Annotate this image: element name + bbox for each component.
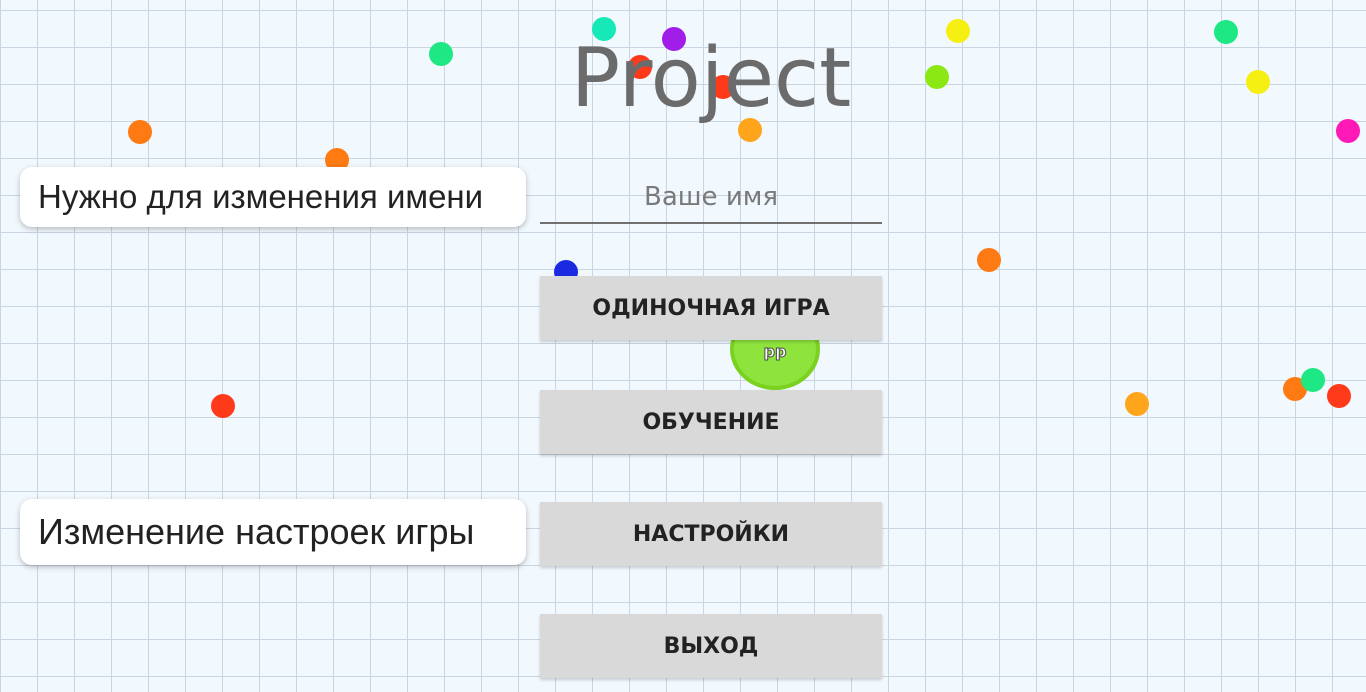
food-pellet: [1214, 20, 1238, 44]
food-pellet: [1327, 384, 1351, 408]
settings-hint-tooltip: Изменение настроек игры: [20, 499, 526, 565]
name-hint-text: Нужно для изменения имени: [38, 178, 484, 215]
player-name-label: dd: [763, 344, 787, 364]
food-pellet: [128, 120, 152, 144]
food-pellet: [946, 19, 970, 43]
single-player-button[interactable]: ОДИНОЧНАЯ ИГРА: [540, 276, 882, 340]
tutorial-button[interactable]: ОБУЧЕНИЕ: [540, 390, 882, 454]
food-pellet: [1336, 119, 1360, 143]
name-field-container: [540, 172, 882, 224]
game-title: Project: [570, 31, 852, 126]
settings-button[interactable]: НАСТРОЙКИ: [540, 502, 882, 566]
food-pellet: [925, 65, 949, 89]
name-input[interactable]: [540, 172, 882, 222]
food-pellet: [1301, 368, 1325, 392]
food-pellet: [429, 42, 453, 66]
food-pellet: [211, 394, 235, 418]
settings-hint-text: Изменение настроек игры: [38, 511, 475, 552]
name-hint-tooltip: Нужно для изменения имени: [20, 167, 526, 227]
food-pellet: [1246, 70, 1270, 94]
exit-button[interactable]: ВЫХОД: [540, 614, 882, 678]
food-pellet: [977, 248, 1001, 272]
food-pellet: [1125, 392, 1149, 416]
